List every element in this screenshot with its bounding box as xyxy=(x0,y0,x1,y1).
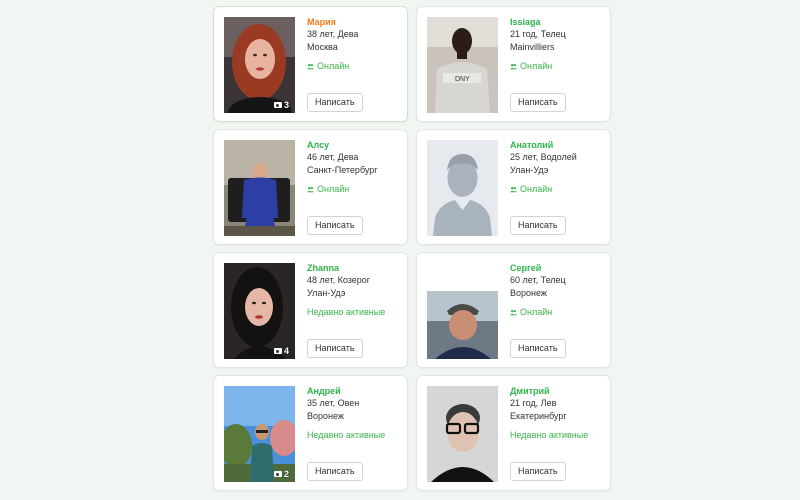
write-message-button[interactable]: Написать xyxy=(307,216,363,235)
status-text: Недавно активные xyxy=(510,430,589,440)
profile-name[interactable]: Анатолий xyxy=(510,139,604,151)
profile-card[interactable]: Алсу 46 лет, Дева Санкт-Петербург Онлайн… xyxy=(213,129,408,245)
profile-photo[interactable] xyxy=(427,386,498,482)
profile-info: Zhanna 48 лет, Козерог Улан-Удэ Недавно … xyxy=(307,262,401,318)
profile-info: Дмитрий 21 год, Лев Екатеринбург Недавно… xyxy=(510,385,604,441)
photo-count: 3 xyxy=(273,100,289,110)
profile-name[interactable]: Алсу xyxy=(307,139,401,151)
profile-name[interactable]: Сергей xyxy=(510,262,604,274)
status-recently-active: Недавно активные xyxy=(307,306,401,318)
write-message-button[interactable]: Написать xyxy=(510,339,566,358)
profile-photo[interactable]: 3 xyxy=(224,17,295,113)
profile-age-sign: 60 лет, Телец xyxy=(510,275,566,285)
profile-photo[interactable]: 2 xyxy=(224,386,295,482)
status-text: Недавно активные xyxy=(307,307,386,317)
profile-photo[interactable] xyxy=(427,291,498,359)
status-online: Онлайн xyxy=(307,60,401,72)
profile-age-sign: 38 лет, Дева xyxy=(307,29,359,39)
profile-age-sign: 46 лет, Дева xyxy=(307,152,359,162)
profile-age-sign: 21 год, Телец xyxy=(510,29,566,39)
profile-card[interactable]: DNY Issiaga 21 год, Телец Mainvilliers О… xyxy=(416,6,611,122)
profile-photo[interactable]: 4 xyxy=(224,263,295,359)
camera-icon xyxy=(273,471,282,477)
profile-name[interactable]: Дмитрий xyxy=(510,385,604,397)
write-message-button[interactable]: Написать xyxy=(307,339,363,358)
photo-count: 4 xyxy=(273,346,289,356)
users-icon xyxy=(510,309,517,316)
write-message-button[interactable]: Написать xyxy=(510,93,566,112)
status-text: Онлайн xyxy=(520,307,553,317)
users-icon xyxy=(510,63,517,70)
status-online: Онлайн xyxy=(510,183,604,195)
write-message-button[interactable]: Написать xyxy=(510,462,566,481)
profile-city: Mainvilliers xyxy=(510,42,555,52)
write-message-button[interactable]: Написать xyxy=(307,462,363,481)
profile-info: Мария 38 лет, Дева Москва Онлайн xyxy=(307,16,401,72)
profile-city: Воронеж xyxy=(307,411,344,421)
profile-info: Андрей 35 лет, Овен Воронеж Недавно акти… xyxy=(307,385,401,441)
profile-city: Екатеринбург xyxy=(510,411,567,421)
profile-city: Москва xyxy=(307,42,338,52)
users-icon xyxy=(510,186,517,193)
profile-city: Улан-Удэ xyxy=(510,165,549,175)
write-message-button[interactable]: Написать xyxy=(307,93,363,112)
profile-city: Санкт-Петербург xyxy=(307,165,378,175)
profile-name[interactable]: Мария xyxy=(307,16,401,28)
photo-count-value: 2 xyxy=(283,469,289,479)
profile-card[interactable]: 4 Zhanna 48 лет, Козерог Улан-Удэ Недавн… xyxy=(213,252,408,368)
camera-icon xyxy=(273,102,282,108)
photo-count-value: 4 xyxy=(283,346,289,356)
profile-info: Сергей 60 лет, Телец Воронеж Онлайн xyxy=(510,262,604,318)
profile-age-sign: 48 лет, Козерог xyxy=(307,275,371,285)
profile-card[interactable]: 3 Мария 38 лет, Дева Москва Онлайн Напис… xyxy=(213,6,408,122)
status-online: Онлайн xyxy=(307,183,401,195)
profile-name[interactable]: Андрей xyxy=(307,385,401,397)
status-text: Онлайн xyxy=(520,184,553,194)
profile-city: Улан-Удэ xyxy=(307,288,346,298)
users-icon xyxy=(307,63,314,70)
status-text: Недавно активные xyxy=(307,430,386,440)
profile-photo[interactable]: DNY xyxy=(427,17,498,113)
profile-card[interactable]: Анатолий 25 лет, Водолей Улан-Удэ Онлайн… xyxy=(416,129,611,245)
profile-card[interactable]: 2 Андрей 35 лет, Овен Воронеж Недавно ак… xyxy=(213,375,408,491)
profile-info: Анатолий 25 лет, Водолей Улан-Удэ Онлайн xyxy=(510,139,604,195)
status-text: Онлайн xyxy=(317,184,350,194)
profile-grid: 3 Мария 38 лет, Дева Москва Онлайн Напис… xyxy=(213,6,611,491)
status-recently-active: Недавно активные xyxy=(307,429,401,441)
profile-name[interactable]: Issiaga xyxy=(510,16,604,28)
profile-name[interactable]: Zhanna xyxy=(307,262,401,274)
photo-count: 2 xyxy=(273,469,289,479)
profile-photo[interactable] xyxy=(427,140,498,236)
camera-icon xyxy=(273,348,282,354)
write-message-button[interactable]: Написать xyxy=(510,216,566,235)
profile-card[interactable]: Дмитрий 21 год, Лев Екатеринбург Недавно… xyxy=(416,375,611,491)
profile-info: Алсу 46 лет, Дева Санкт-Петербург Онлайн xyxy=(307,139,401,195)
status-text: Онлайн xyxy=(317,61,350,71)
svg-text:DNY: DNY xyxy=(455,76,470,83)
profile-info: Issiaga 21 год, Телец Mainvilliers Онлай… xyxy=(510,16,604,72)
status-online: Онлайн xyxy=(510,306,604,318)
users-icon xyxy=(307,186,314,193)
profile-age-sign: 35 лет, Овен xyxy=(307,398,360,408)
profile-card[interactable]: Сергей 60 лет, Телец Воронеж Онлайн Напи… xyxy=(416,252,611,368)
status-text: Онлайн xyxy=(520,61,553,71)
profile-photo[interactable] xyxy=(224,140,295,236)
profile-age-sign: 25 лет, Водолей xyxy=(510,152,577,162)
status-recently-active: Недавно активные xyxy=(510,429,604,441)
status-online: Онлайн xyxy=(510,60,604,72)
photo-count-value: 3 xyxy=(283,100,289,110)
profile-city: Воронеж xyxy=(510,288,547,298)
profile-age-sign: 21 год, Лев xyxy=(510,398,557,408)
